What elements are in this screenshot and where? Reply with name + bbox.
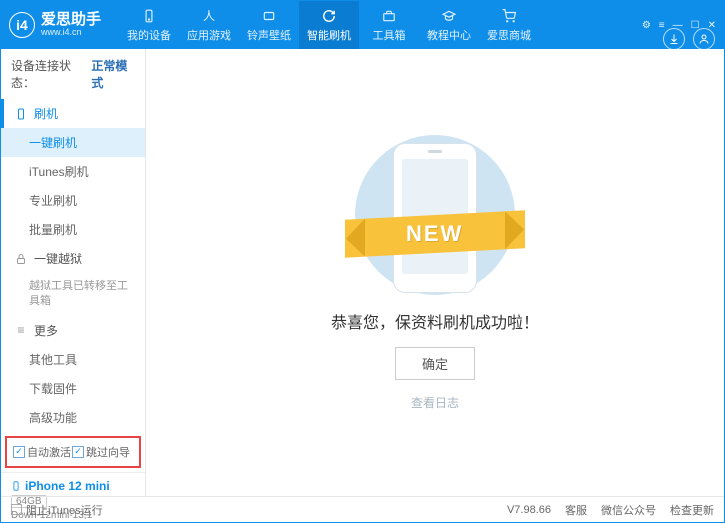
device-icon xyxy=(11,479,21,493)
music-icon xyxy=(261,8,277,24)
checkbox-block-itunes[interactable]: 阻止iTunes运行 xyxy=(11,502,103,518)
app-window: i4 爱思助手 www.i4.cn 我的设备 人 应用游戏 铃声壁纸 智能刷机 xyxy=(0,0,725,523)
settings-icon[interactable]: ⚙ xyxy=(642,20,651,31)
logo-icon: i4 xyxy=(9,12,35,38)
graduation-icon xyxy=(441,8,457,24)
nav-toolbox[interactable]: 工具箱 xyxy=(359,1,419,49)
sidebar-item-pro-flash[interactable]: 专业刷机 xyxy=(1,186,145,215)
apps-icon: 人 xyxy=(201,8,217,24)
cart-icon xyxy=(501,8,517,24)
sidebar-section-jailbreak[interactable]: 一键越狱 xyxy=(1,244,145,273)
main-content: NEW 恭喜您，保资料刷机成功啦！ 确定 查看日志 xyxy=(146,49,724,496)
main-nav: 我的设备 人 应用游戏 铃声壁纸 智能刷机 工具箱 教程中心 xyxy=(119,1,636,49)
nav-ringtone-wallpaper[interactable]: 铃声壁纸 xyxy=(239,1,299,49)
connection-status: 设备连接状态： 正常模式 xyxy=(1,49,145,99)
option-highlight-box: ✓ 自动激活 ✓ 跳过向导 xyxy=(5,436,141,468)
checkmark-icon: ✓ xyxy=(72,446,84,458)
titlebar: i4 爱思助手 www.i4.cn 我的设备 人 应用游戏 铃声壁纸 智能刷机 xyxy=(1,1,724,49)
phone-outline-icon xyxy=(14,108,28,120)
footer-update[interactable]: 检查更新 xyxy=(670,502,714,518)
download-button[interactable] xyxy=(663,28,685,50)
sidebar-item-oneclick-flash[interactable]: 一键刷机 xyxy=(1,128,145,157)
checkmark-icon: ✓ xyxy=(13,446,25,458)
success-illustration: NEW xyxy=(345,135,525,295)
checkbox-skip-wizard[interactable]: ✓ 跳过向导 xyxy=(72,444,130,460)
lock-icon xyxy=(14,253,28,265)
footer-wechat[interactable]: 微信公众号 xyxy=(601,502,656,518)
nav-store[interactable]: 爱思商城 xyxy=(479,1,539,49)
confirm-button[interactable]: 确定 xyxy=(395,347,475,380)
view-log-link[interactable]: 查看日志 xyxy=(411,394,459,411)
app-url: www.i4.cn xyxy=(41,28,101,38)
footer-support[interactable]: 客服 xyxy=(565,502,587,518)
success-message: 恭喜您，保资料刷机成功啦！ xyxy=(331,309,539,333)
sidebar-item-other-tools[interactable]: 其他工具 xyxy=(1,345,145,374)
sidebar-item-download-firmware[interactable]: 下载固件 xyxy=(1,374,145,403)
sidebar-item-batch-flash[interactable]: 批量刷机 xyxy=(1,215,145,244)
sidebar-item-advanced[interactable]: 高级功能 xyxy=(1,403,145,432)
sidebar-section-flash[interactable]: 刷机 xyxy=(1,99,145,128)
checkbox-auto-activate[interactable]: ✓ 自动激活 xyxy=(13,444,71,460)
toolbox-icon xyxy=(381,8,397,24)
nav-app-games[interactable]: 人 应用游戏 xyxy=(179,1,239,49)
new-badge: NEW xyxy=(406,221,463,247)
device-name: iPhone 12 mini xyxy=(11,479,135,493)
statusbar: 阻止iTunes运行 V7.98.66 客服 微信公众号 检查更新 xyxy=(1,496,724,522)
nav-my-device[interactable]: 我的设备 xyxy=(119,1,179,49)
phone-icon xyxy=(141,8,157,24)
app-title: 爱思助手 xyxy=(41,12,101,29)
nav-tutorial[interactable]: 教程中心 xyxy=(419,1,479,49)
list-icon: ≡ xyxy=(14,323,28,337)
jailbreak-note: 越狱工具已转移至工具箱 xyxy=(1,273,145,316)
sidebar-section-more[interactable]: ≡ 更多 xyxy=(1,316,145,345)
app-logo: i4 爱思助手 www.i4.cn xyxy=(9,12,101,38)
connection-status-value: 正常模式 xyxy=(91,57,135,91)
refresh-icon xyxy=(321,8,337,24)
nav-smart-flash[interactable]: 智能刷机 xyxy=(299,1,359,49)
sidebar: 设备连接状态： 正常模式 刷机 一键刷机 iTunes刷机 专业刷机 批量刷机 xyxy=(1,49,146,496)
version-label: V7.98.66 xyxy=(507,504,551,516)
sidebar-item-itunes-flash[interactable]: iTunes刷机 xyxy=(1,157,145,186)
user-button[interactable] xyxy=(693,28,715,50)
